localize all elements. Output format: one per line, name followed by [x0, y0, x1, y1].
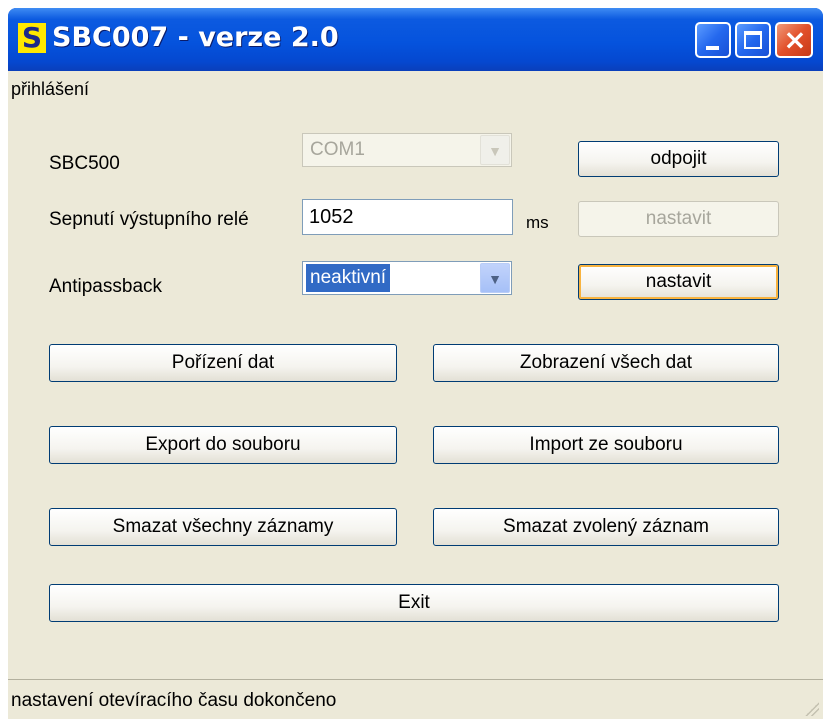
delete-selected-button[interactable]: Smazat zvolený záznam	[433, 508, 779, 546]
antipassback-value: neaktivní	[306, 264, 391, 292]
show-all-data-button[interactable]: Zobrazení všech dat	[433, 344, 779, 382]
maximize-button[interactable]	[735, 22, 771, 58]
window-title: SBC007 - verze 2.0	[52, 22, 339, 53]
import-file-button[interactable]: Import ze souboru	[433, 426, 779, 464]
sbc500-label: SBC500	[49, 153, 120, 174]
relay-unit-label: ms	[526, 213, 549, 232]
antipassback-select[interactable]: neaktivní ▼	[302, 261, 512, 295]
minimize-button[interactable]	[695, 22, 731, 58]
minimize-icon	[706, 46, 719, 50]
antipassback-label: Antipassback	[49, 276, 163, 297]
relay-time-input[interactable]	[302, 199, 513, 235]
title-bar[interactable]: S SBC007 - verze 2.0 ×	[8, 8, 823, 71]
relay-set-button[interactable]: nastavit	[578, 201, 779, 237]
com-port-select[interactable]: COM1 ▼	[302, 133, 512, 167]
app-icon[interactable]: S	[18, 23, 46, 53]
antipassback-set-button[interactable]: nastavit	[578, 264, 779, 300]
close-icon: ×	[783, 23, 807, 56]
export-file-button[interactable]: Export do souboru	[49, 426, 397, 464]
client-area: přihlášení SBC500 COM1 ▼ odpojit Sepnutí…	[8, 71, 823, 719]
status-text: nastavení otevíracího času dokončeno	[11, 690, 337, 711]
exit-button[interactable]: Exit	[49, 584, 779, 622]
delete-all-button[interactable]: Smazat všechny záznamy	[49, 508, 397, 546]
menu-bar: přihlášení	[8, 71, 823, 107]
maximize-icon	[744, 31, 762, 49]
resize-grip-icon[interactable]	[805, 702, 819, 716]
status-bar: nastavení otevíracího času dokončeno	[8, 679, 823, 719]
capture-data-button[interactable]: Pořízení dat	[49, 344, 397, 382]
close-button[interactable]: ×	[775, 22, 813, 58]
com-port-value: COM1	[310, 139, 365, 160]
chevron-down-icon: ▼	[480, 135, 510, 165]
disconnect-button[interactable]: odpojit	[578, 141, 779, 177]
relay-label: Sepnutí výstupního relé	[49, 209, 249, 230]
menu-login[interactable]: přihlášení	[11, 79, 89, 100]
chevron-down-icon: ▼	[480, 263, 510, 293]
app-window: S SBC007 - verze 2.0 × přihlášení SBC500…	[8, 8, 823, 719]
